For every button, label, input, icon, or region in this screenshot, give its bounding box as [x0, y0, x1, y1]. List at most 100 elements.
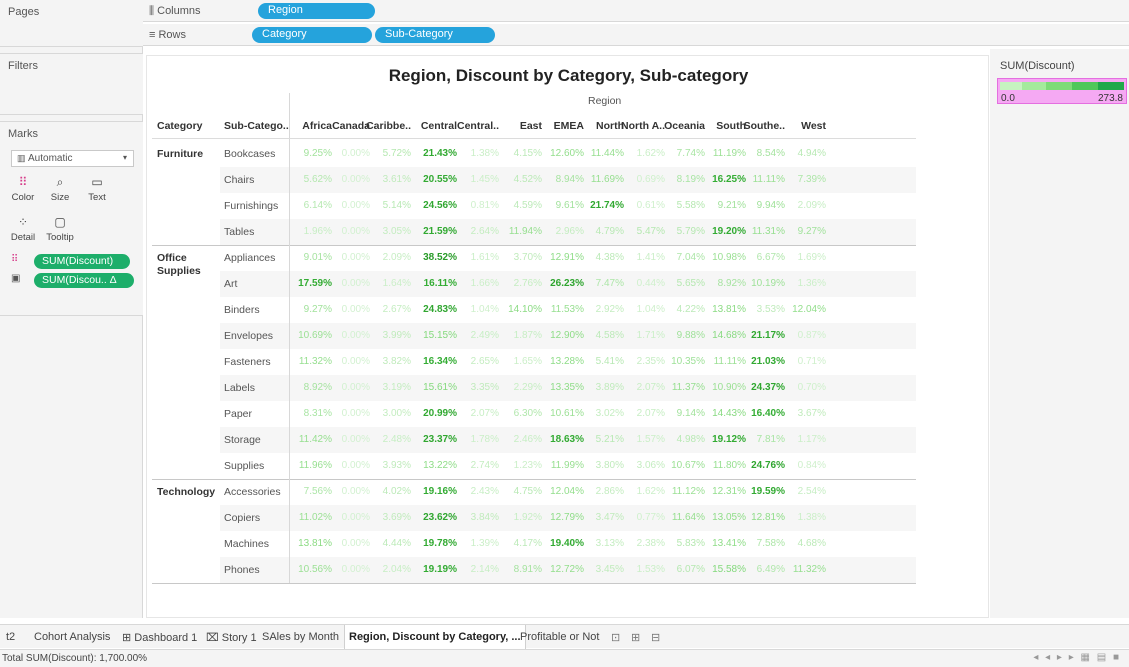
table-cell[interactable]: 4.98%	[677, 434, 705, 445]
table-cell[interactable]: 0.81%	[471, 200, 499, 211]
table-cell[interactable]: 12.90%	[550, 330, 584, 341]
table-cell[interactable]: 9.27%	[798, 226, 826, 237]
table-cell[interactable]: 0.00%	[342, 564, 370, 575]
sheet-tab[interactable]: Cohort Analysis	[30, 625, 114, 649]
table-cell[interactable]: 2.92%	[596, 304, 624, 315]
table-cell[interactable]: 9.27%	[304, 304, 332, 315]
table-cell[interactable]: 13.41%	[712, 538, 746, 549]
sheet-tab[interactable]: ⊞ Dashboard 1	[118, 625, 201, 649]
table-cell[interactable]: 9.01%	[304, 252, 332, 263]
tooltip-button[interactable]: ▢ Tooltip	[45, 212, 75, 250]
table-cell[interactable]: 2.07%	[637, 382, 665, 393]
text-button[interactable]: ▭ Text	[82, 172, 112, 210]
table-cell[interactable]: 2.07%	[471, 408, 499, 419]
table-cell[interactable]: 12.72%	[550, 564, 584, 575]
table-cell[interactable]: 11.19%	[713, 148, 746, 159]
table-cell[interactable]: 5.21%	[596, 434, 624, 445]
table-cell[interactable]: 3.13%	[596, 538, 624, 549]
new-story-icon[interactable]: ⊟	[651, 625, 660, 649]
table-cell[interactable]: 1.96%	[304, 226, 332, 237]
table-cell[interactable]: 1.62%	[637, 148, 665, 159]
table-cell[interactable]: 3.82%	[383, 356, 411, 367]
table-cell[interactable]: 3.35%	[471, 382, 499, 393]
table-cell[interactable]: 3.19%	[383, 382, 411, 393]
table-cell[interactable]: 19.59%	[751, 486, 785, 497]
subcategory-label[interactable]: Machines	[224, 538, 269, 550]
subcategory-label[interactable]: Chairs	[224, 174, 254, 186]
subcategory-label[interactable]: Storage	[224, 434, 261, 446]
subcategory-label[interactable]: Copiers	[224, 512, 260, 524]
table-cell[interactable]: 1.64%	[383, 278, 411, 289]
table-cell[interactable]: 5.14%	[383, 200, 411, 211]
table-cell[interactable]: 3.93%	[383, 460, 411, 471]
table-cell[interactable]: 3.84%	[471, 512, 499, 523]
table-cell[interactable]: 6.07%	[677, 564, 705, 575]
category-label[interactable]: Technology	[157, 486, 219, 499]
table-cell[interactable]: 0.00%	[342, 356, 370, 367]
subcategory-label[interactable]: Fasteners	[224, 356, 271, 368]
table-cell[interactable]: 7.47%	[596, 278, 624, 289]
table-cell[interactable]: 7.74%	[677, 148, 705, 159]
rows-shelf[interactable]: ≡ Rows Category Sub-Category	[143, 24, 1129, 46]
table-cell[interactable]: 0.00%	[342, 512, 370, 523]
table-cell[interactable]: 3.47%	[596, 512, 624, 523]
table-cell[interactable]: 5.58%	[677, 200, 705, 211]
table-cell[interactable]: 0.44%	[637, 278, 665, 289]
table-cell[interactable]: 11.99%	[551, 460, 584, 471]
table-cell[interactable]: 11.02%	[299, 512, 332, 523]
subcategory-label[interactable]: Tables	[224, 226, 254, 238]
table-cell[interactable]: 10.35%	[671, 356, 705, 367]
subcategory-label[interactable]: Labels	[224, 382, 255, 394]
region-header[interactable]: Oceania	[664, 120, 705, 132]
table-cell[interactable]: 2.76%	[514, 278, 542, 289]
table-cell[interactable]: 16.25%	[712, 174, 746, 185]
table-cell[interactable]: 11.96%	[299, 460, 332, 471]
table-cell[interactable]: 9.25%	[304, 148, 332, 159]
table-cell[interactable]: 21.59%	[423, 226, 457, 237]
table-cell[interactable]: 11.37%	[672, 382, 705, 393]
table-cell[interactable]: 0.71%	[798, 356, 826, 367]
subcategory-label[interactable]: Supplies	[224, 460, 264, 472]
table-cell[interactable]: 19.12%	[712, 434, 746, 445]
sheet-tab[interactable]: ⌧ Story 1	[202, 625, 261, 649]
filters-panel[interactable]: Filters	[0, 53, 143, 115]
table-cell[interactable]: 1.39%	[471, 538, 499, 549]
subcategory-label[interactable]: Accessories	[224, 486, 281, 498]
table-cell[interactable]: 3.99%	[383, 330, 411, 341]
table-cell[interactable]: 11.12%	[672, 486, 705, 497]
table-cell[interactable]: 11.31%	[752, 226, 785, 237]
table-cell[interactable]: 20.55%	[423, 174, 457, 185]
table-cell[interactable]: 14.10%	[508, 304, 542, 315]
region-header[interactable]: North A..	[621, 120, 665, 132]
table-cell[interactable]: 19.40%	[550, 538, 584, 549]
category-row-pill[interactable]: Category	[252, 27, 372, 43]
table-cell[interactable]: 24.56%	[423, 200, 457, 211]
table-cell[interactable]: 2.54%	[798, 486, 826, 497]
table-cell[interactable]: 11.53%	[551, 304, 584, 315]
table-cell[interactable]: 0.00%	[342, 382, 370, 393]
table-cell[interactable]: 11.64%	[672, 512, 705, 523]
table-cell[interactable]: 9.94%	[757, 200, 785, 211]
table-cell[interactable]: 12.81%	[751, 512, 785, 523]
new-worksheet-icon[interactable]: ⊡	[611, 625, 620, 649]
table-cell[interactable]: 8.31%	[304, 408, 332, 419]
subcategory-label[interactable]: Furnishings	[224, 200, 278, 212]
table-cell[interactable]: 5.72%	[383, 148, 411, 159]
table-cell[interactable]: 5.41%	[596, 356, 624, 367]
table-cell[interactable]: 2.65%	[471, 356, 499, 367]
table-cell[interactable]: 1.04%	[637, 304, 665, 315]
table-cell[interactable]: 11.44%	[591, 148, 624, 159]
table-cell[interactable]: 14.43%	[712, 408, 746, 419]
subcategory-label[interactable]: Bookcases	[224, 148, 275, 160]
table-cell[interactable]: 0.00%	[342, 252, 370, 263]
table-cell[interactable]: 1.04%	[471, 304, 499, 315]
table-cell[interactable]: 8.19%	[677, 174, 705, 185]
table-cell[interactable]: 11.80%	[713, 460, 746, 471]
table-cell[interactable]: 2.67%	[383, 304, 411, 315]
table-cell[interactable]: 4.52%	[514, 174, 542, 185]
region-header[interactable]: Caribbe..	[366, 120, 411, 132]
subcategory-row-pill[interactable]: Sub-Category	[375, 27, 495, 43]
table-cell[interactable]: 5.83%	[677, 538, 705, 549]
table-cell[interactable]: 2.29%	[514, 382, 542, 393]
table-cell[interactable]: 19.20%	[712, 226, 746, 237]
